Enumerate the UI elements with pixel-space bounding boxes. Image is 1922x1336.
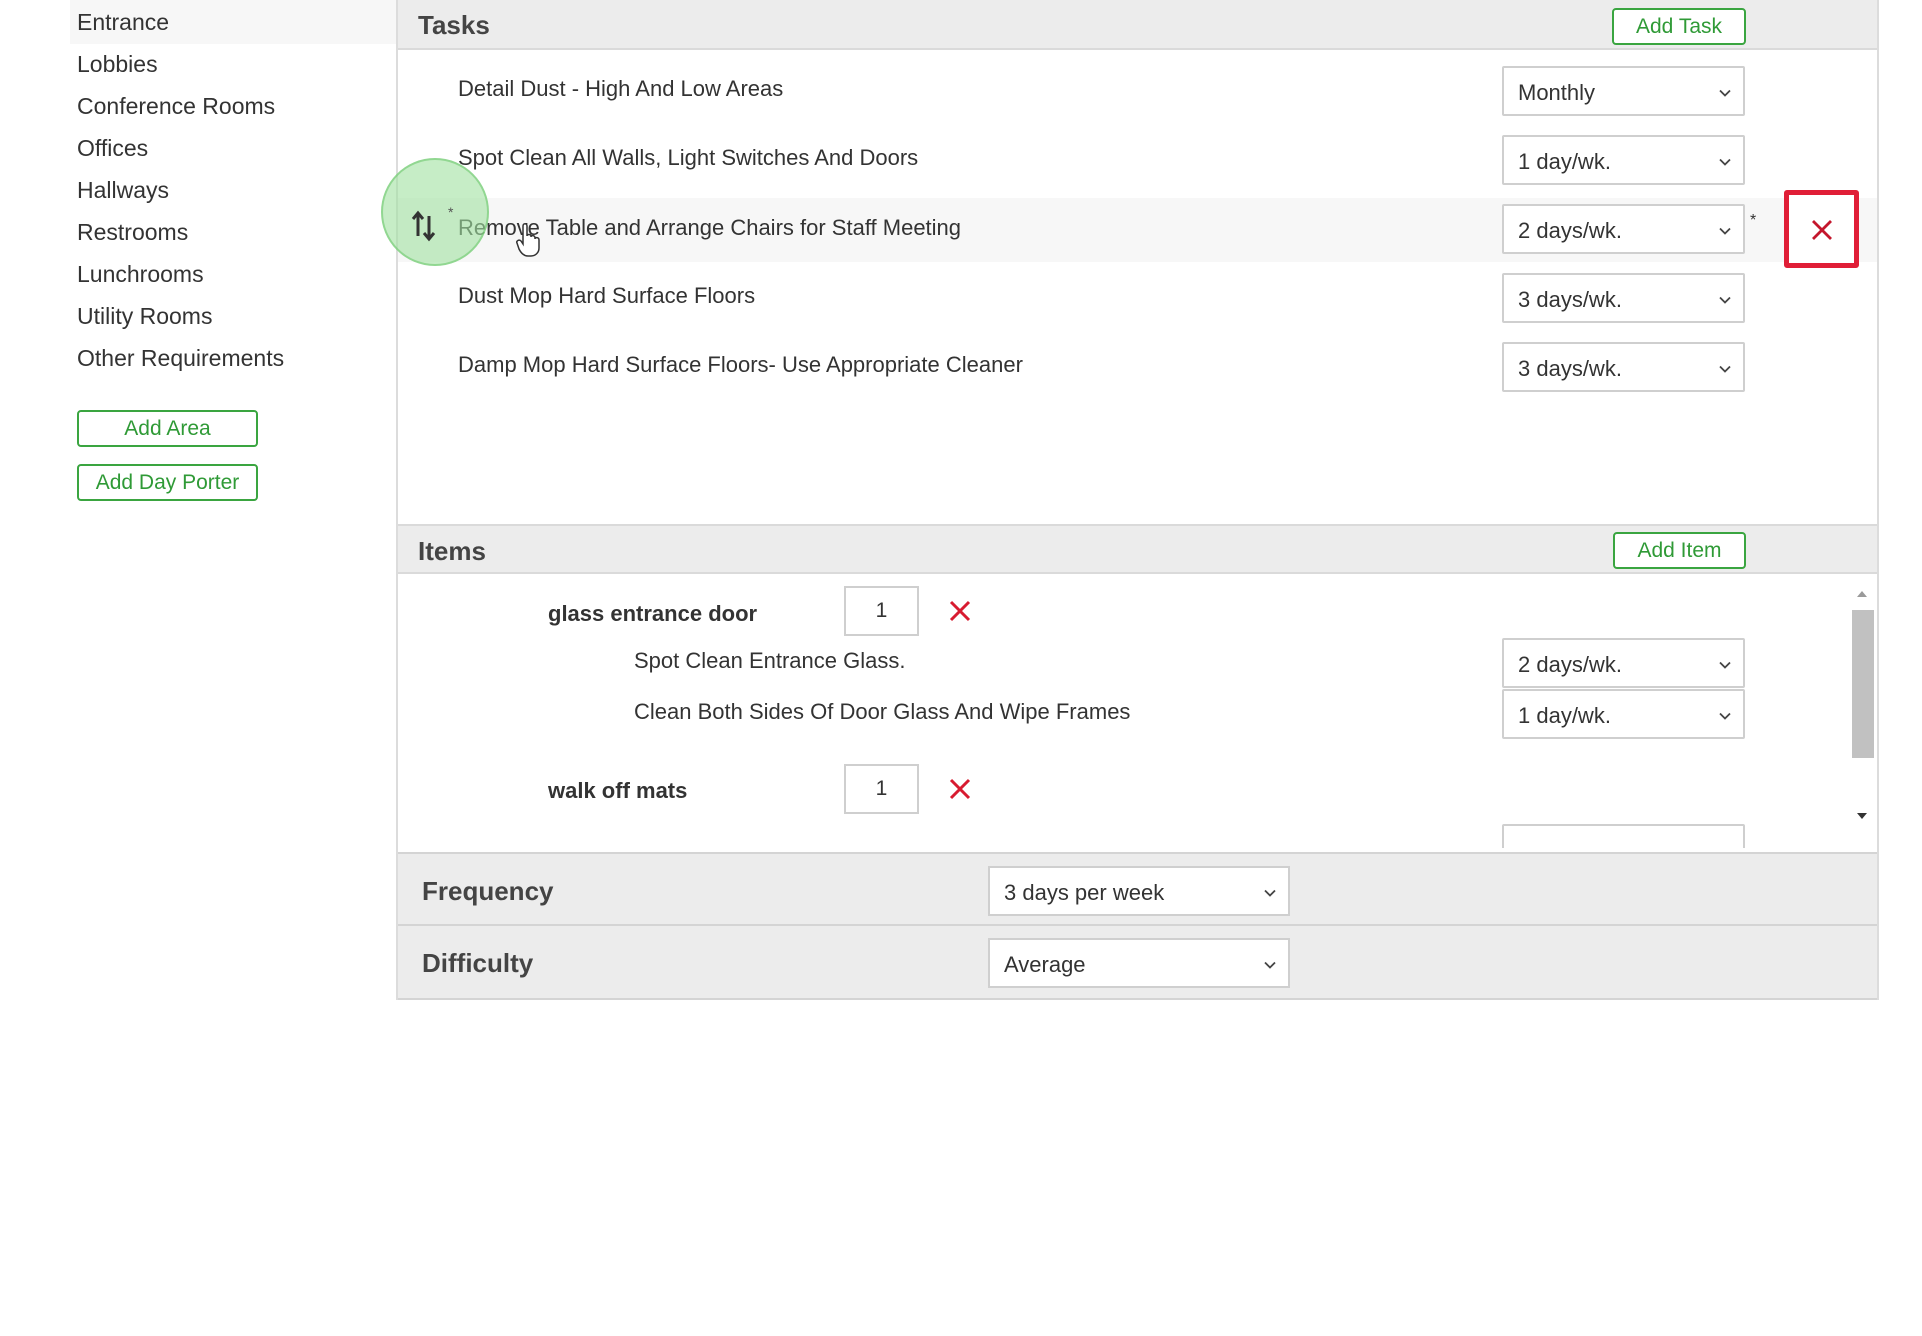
- task-frequency-value: 1 day/wk.: [1518, 149, 1611, 174]
- frequency-select[interactable]: 3 days per week: [988, 866, 1290, 916]
- tasks-title: Tasks: [418, 10, 490, 40]
- sidebar-item-restrooms[interactable]: Restrooms: [77, 217, 188, 247]
- chevron-down-icon: [1719, 712, 1731, 720]
- item-task-label: Spot Clean Entrance Glass.: [634, 648, 906, 673]
- area-detail-panel: Tasks Add Task Detail Dust - High And Lo…: [381, 0, 1879, 1000]
- item-task-label: Clean Both Sides Of Door Glass And Wipe …: [634, 699, 1131, 724]
- sidebar-item-entrance[interactable]: Entrance: [77, 7, 169, 37]
- frequency-row: Frequency 3 days per week: [398, 852, 1877, 926]
- items-scrollbar[interactable]: [1846, 580, 1874, 830]
- item-task-frequency-select-partial[interactable]: [1502, 824, 1745, 848]
- task-label: Damp Mop Hard Surface Floors- Use Approp…: [458, 352, 1023, 377]
- chevron-down-icon: [1719, 365, 1731, 373]
- task-frequency-value: Monthly: [1518, 80, 1596, 105]
- task-label: Dust Mop Hard Surface Floors: [458, 283, 756, 308]
- sidebar-item-lunchrooms[interactable]: Lunchrooms: [77, 259, 204, 289]
- item-name: walk off mats: [548, 778, 688, 803]
- add-day-porter-button[interactable]: Add Day Porter: [77, 464, 258, 501]
- difficulty-select[interactable]: Average: [988, 938, 1290, 988]
- item-task-frequency-select[interactable]: 1 day/wk.: [1502, 689, 1745, 739]
- frequency-label: Frequency: [422, 876, 554, 906]
- tasks-header: Tasks Add Task: [398, 0, 1877, 50]
- task-frequency-value: 2 days/wk.: [1518, 218, 1622, 243]
- task-frequency-select[interactable]: 3 days/wk.: [1502, 273, 1745, 323]
- chevron-down-icon: [1264, 961, 1276, 969]
- task-row: Damp Mop Hard Surface Floors- Use Approp…: [398, 334, 1877, 398]
- difficulty-label: Difficulty: [422, 948, 534, 978]
- hand-cursor-icon: [516, 223, 540, 257]
- item-task-frequency-value: 2 days/wk.: [1518, 652, 1622, 677]
- add-item-button[interactable]: Add Item: [1613, 532, 1746, 569]
- items-header: Items Add Item: [398, 524, 1877, 574]
- task-row: Detail Dust - High And Low Areas Monthly: [398, 58, 1877, 122]
- sidebar-item-lobbies[interactable]: Lobbies: [77, 49, 158, 79]
- chevron-down-icon: [1719, 296, 1731, 304]
- task-frequency-value: 3 days/wk.: [1518, 287, 1622, 312]
- add-task-button[interactable]: Add Task: [1612, 8, 1746, 45]
- close-icon: [1812, 220, 1832, 240]
- items-list[interactable]: glass entrance door 1 Spot Clean Entranc…: [398, 576, 1877, 848]
- required-marker-left: *: [448, 204, 454, 220]
- task-label: Detail Dust - High And Low Areas: [458, 76, 784, 101]
- task-frequency-select[interactable]: 3 days/wk.: [1502, 342, 1745, 392]
- item-quantity-input[interactable]: 1: [844, 586, 919, 636]
- item-quantity-input[interactable]: 1: [844, 764, 919, 814]
- add-area-button[interactable]: Add Area: [77, 410, 258, 447]
- items-title: Items: [418, 536, 486, 566]
- frequency-value: 3 days per week: [1004, 880, 1165, 905]
- task-row: Spot Clean All Walls, Light Switches And…: [398, 127, 1877, 191]
- item-task-frequency-select[interactable]: 2 days/wk.: [1502, 638, 1745, 688]
- scroll-thumb[interactable]: [1852, 610, 1874, 758]
- task-frequency-value: 3 days/wk.: [1518, 356, 1622, 381]
- task-frequency-select[interactable]: 1 day/wk.: [1502, 135, 1745, 185]
- task-row: Dust Mop Hard Surface Floors 3 days/wk.: [398, 265, 1877, 329]
- sidebar-item-utility-rooms[interactable]: Utility Rooms: [77, 301, 212, 331]
- task-row-hovered[interactable]: Remove Table and Arrange Chairs for Staf…: [398, 198, 1877, 262]
- task-frequency-select[interactable]: 2 days/wk.: [1502, 204, 1745, 254]
- chevron-down-icon: [1719, 89, 1731, 97]
- chevron-down-icon: [1264, 889, 1276, 897]
- scroll-down-icon[interactable]: [1856, 812, 1868, 820]
- task-label: Spot Clean All Walls, Light Switches And…: [458, 145, 919, 170]
- scroll-up-icon[interactable]: [1856, 590, 1868, 598]
- chevron-down-icon: [1719, 158, 1731, 166]
- sidebar-item-other-requirements[interactable]: Other Requirements: [77, 343, 284, 373]
- item-name: glass entrance door: [548, 601, 758, 626]
- area-sidebar: Entrance Lobbies Conference Rooms Office…: [0, 0, 396, 1336]
- difficulty-value: Average: [1004, 952, 1086, 977]
- sidebar-item-offices[interactable]: Offices: [77, 133, 148, 163]
- sidebar-item-hallways[interactable]: Hallways: [77, 175, 169, 205]
- required-marker: *: [1750, 212, 1757, 229]
- remove-item-icon[interactable]: [947, 776, 973, 802]
- difficulty-row: Difficulty Average: [398, 926, 1877, 1000]
- item-task-frequency-value: 1 day/wk.: [1518, 703, 1611, 728]
- reorder-arrows-icon[interactable]: [410, 208, 438, 242]
- delete-task-button[interactable]: [1784, 190, 1859, 268]
- remove-item-icon[interactable]: [947, 598, 973, 624]
- chevron-down-icon: [1719, 227, 1731, 235]
- task-frequency-select[interactable]: Monthly: [1502, 66, 1745, 116]
- chevron-down-icon: [1719, 661, 1731, 669]
- sidebar-item-conference-rooms[interactable]: Conference Rooms: [77, 91, 275, 121]
